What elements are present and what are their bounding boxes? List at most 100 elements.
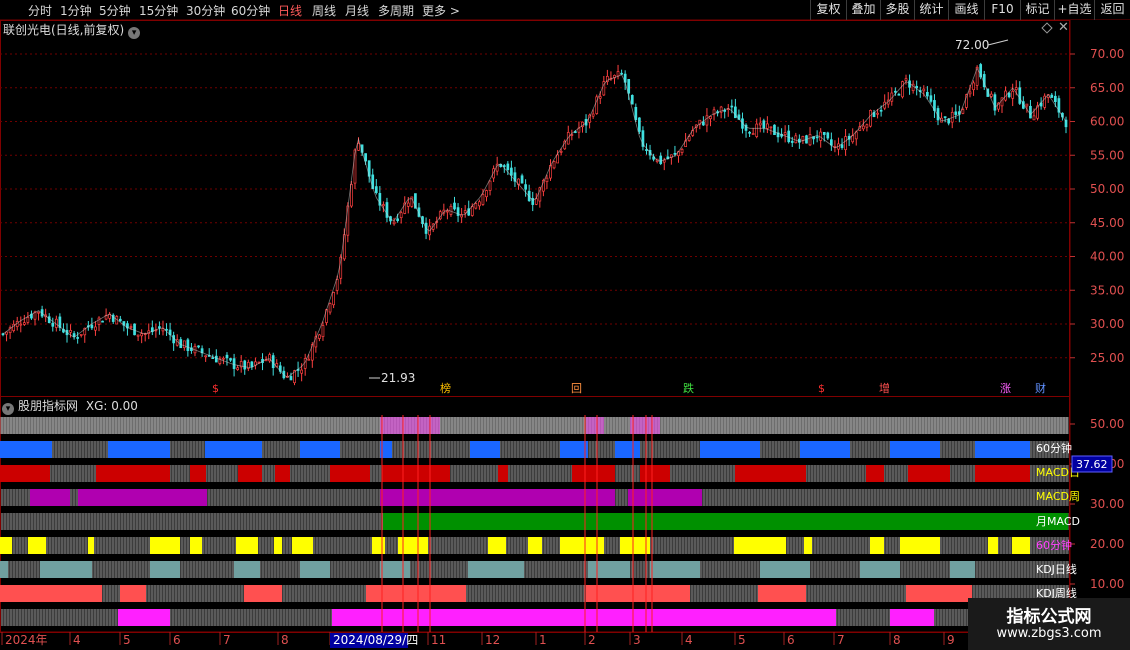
candle-body (76, 337, 80, 339)
candle-body (762, 120, 766, 129)
indicator-tick-label: 50.00 (1090, 417, 1124, 431)
current-value: 37.62 (1076, 458, 1108, 471)
candle-body (94, 326, 97, 331)
candle-body (947, 118, 951, 124)
candle-body (559, 150, 563, 153)
candle-body (630, 94, 634, 105)
candle-body (186, 339, 190, 351)
band-segment (488, 537, 506, 554)
band-segment (890, 441, 940, 458)
band-segment (88, 537, 94, 554)
candle-body (300, 369, 303, 374)
candle-body (904, 78, 908, 81)
date-label: 4 (685, 633, 693, 647)
candle-body (478, 201, 481, 207)
indicator-axis: 50.0040.0030.0020.0010.00 (1070, 417, 1124, 591)
watermark: 指标公式网 www.zbgs3.com (968, 598, 1130, 650)
candle-body (790, 140, 794, 143)
candle-body (474, 203, 478, 209)
band-segment (366, 585, 466, 602)
candle-body (730, 105, 734, 108)
candle-body (136, 334, 140, 337)
candle-body (925, 92, 929, 97)
candle-body (758, 122, 762, 126)
candle-body (897, 93, 901, 96)
candle-body (783, 132, 787, 135)
candle-body (822, 131, 826, 135)
candle-body (51, 322, 55, 327)
band-segment (975, 441, 1030, 458)
candle-body (396, 218, 399, 222)
candle-body (1050, 94, 1054, 98)
candle-body (556, 154, 559, 164)
candle-body (133, 323, 136, 336)
candle-body (620, 72, 623, 75)
candle-body (250, 361, 254, 368)
band-segment (0, 441, 52, 458)
date-label: 12 (485, 633, 500, 647)
date-label: 5 (123, 633, 131, 647)
band-highlight (586, 417, 604, 434)
band-segment (40, 561, 92, 578)
signal-marker: 跌 (683, 381, 694, 395)
signal-marker: 涨 (1000, 382, 1011, 395)
candle-body (1053, 95, 1057, 102)
band-segment (292, 537, 313, 554)
candle-body (488, 180, 492, 191)
date-label: 6 (787, 633, 795, 647)
candle-body (524, 184, 527, 190)
band-segment (0, 537, 12, 554)
date-label: 8 (281, 633, 289, 647)
candle-body (659, 155, 663, 164)
candle-body (118, 318, 122, 322)
candle-body (954, 111, 958, 115)
candle-body (318, 334, 321, 339)
band-segment (588, 561, 630, 578)
candle-body (862, 125, 865, 130)
date-label: 8 (893, 633, 901, 647)
band-segment (300, 561, 330, 578)
band-segment (628, 489, 702, 506)
date-label: 7 (223, 633, 231, 647)
band-segment (108, 441, 170, 458)
band-segment (906, 585, 972, 602)
price-axis: 70.00 65.00 60.00 55.00 50.00 45.00 40.00 35.00… (1070, 47, 1124, 365)
band-segment (236, 537, 258, 554)
band-segment (244, 585, 282, 602)
chart-canvas[interactable]: 70.00 65.00 60.00 55.00 50.00 45.00 40.00 35.00… (0, 0, 1130, 650)
band-segment (760, 561, 810, 578)
band-segment (274, 537, 282, 554)
candle-body (840, 144, 844, 148)
candle-body (449, 205, 453, 215)
candle-body (929, 95, 933, 102)
date-label: 4 (73, 633, 81, 647)
date-label: 9 (947, 633, 955, 647)
band-segment (190, 465, 206, 482)
band-label: 60分钟 (1036, 441, 1072, 455)
candle-body (794, 135, 798, 144)
band-segment (650, 561, 700, 578)
band-highlight (630, 417, 660, 434)
band-highlight (380, 417, 440, 434)
candle-body (335, 279, 339, 291)
band-segment (988, 537, 998, 554)
band-segment (860, 561, 900, 578)
band-segment (800, 441, 850, 458)
candle-body (374, 186, 378, 193)
candle-body (844, 136, 847, 150)
band-segment (734, 537, 786, 554)
band-segment (890, 609, 934, 626)
price-tick-label: 60.00 (1090, 115, 1124, 129)
candle-body (876, 112, 879, 115)
date-label: 11 (431, 633, 446, 647)
candle-body (968, 91, 972, 95)
date-label: 7 (837, 633, 845, 647)
candle-body (545, 177, 549, 182)
band-segment (383, 513, 1068, 530)
candle-body (399, 212, 403, 219)
candle-body (243, 360, 247, 370)
candle-body (638, 117, 641, 132)
candle-body (222, 357, 225, 360)
candle-body (481, 194, 485, 205)
candle-body (506, 163, 510, 171)
